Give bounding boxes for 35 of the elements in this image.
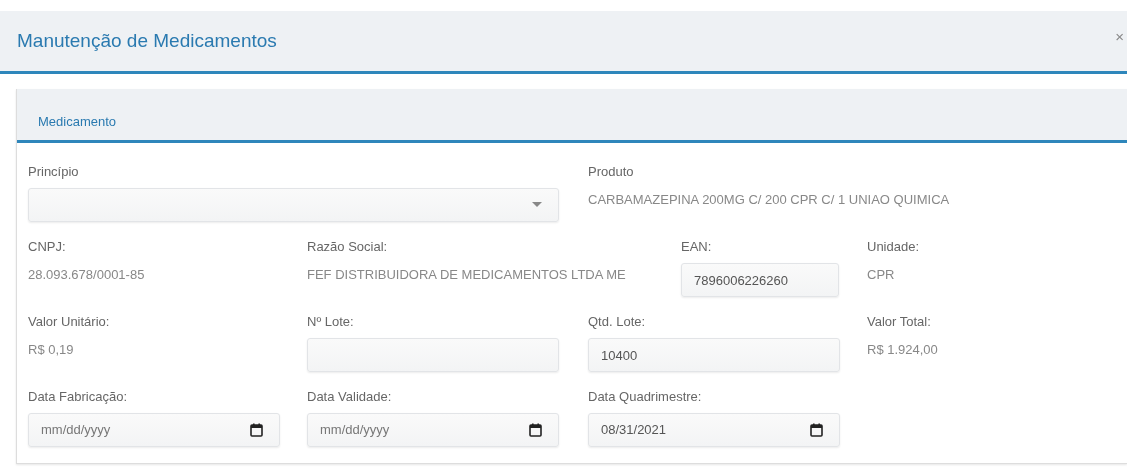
- input-field[interactable]: 7896006226260: [681, 263, 839, 297]
- field-value: CPR: [867, 266, 896, 284]
- field-label: Valor Total:: [867, 314, 932, 330]
- field-label: Princípio: [28, 164, 80, 180]
- field-label: Data Quadrimestre:: [588, 389, 703, 405]
- field-value: FEF DISTRIBUIDORA DE MEDICAMENTOS LTDA ME: [307, 266, 627, 284]
- field-label: Data Validade:: [307, 389, 393, 405]
- field-label: Razão Social:: [307, 239, 389, 255]
- field-value: CARBAMAZEPINA 200MG C/ 200 CPR C/ 1 UNIAO QUIMICA: [588, 191, 951, 209]
- calendar-icon[interactable]: [250, 423, 263, 437]
- field-value: R$ 0,19: [28, 341, 75, 359]
- field-label: Produto: [588, 164, 635, 180]
- caret-icon: [532, 202, 542, 208]
- field-label: Qtd. Lote:: [588, 314, 647, 330]
- date-field[interactable]: 08/31/2021: [588, 413, 840, 447]
- calendar-icon[interactable]: [529, 423, 542, 437]
- field-value: R$ 1.924,00: [867, 341, 939, 359]
- field-label: CNPJ:: [28, 239, 67, 255]
- date-value: 08/31/2021: [601, 421, 667, 440]
- date-field[interactable]: mm/dd/yyyy: [307, 413, 559, 447]
- input-field[interactable]: [307, 338, 559, 372]
- calendar-icon[interactable]: [810, 423, 823, 437]
- field-label: Nº Lote:: [307, 314, 355, 330]
- modal-title: Manutenção de Medicamentos: [17, 28, 277, 53]
- field-label: EAN:: [681, 239, 713, 255]
- date-placeholder: mm/dd/yyyy: [320, 421, 390, 440]
- close-button[interactable]: ×: [1115, 25, 1124, 49]
- date-placeholder: mm/dd/yyyy: [41, 421, 111, 440]
- field-label: Unidade:: [867, 239, 921, 255]
- field-label: Data Fabricação:: [28, 389, 128, 405]
- panel-tab[interactable]: Medicamento: [38, 111, 117, 131]
- input-field[interactable]: 10400: [588, 338, 840, 372]
- field-value: 28.093.678/0001-85: [28, 266, 146, 284]
- date-field[interactable]: mm/dd/yyyy: [28, 413, 280, 447]
- field-label: Valor Unitário:: [28, 314, 111, 330]
